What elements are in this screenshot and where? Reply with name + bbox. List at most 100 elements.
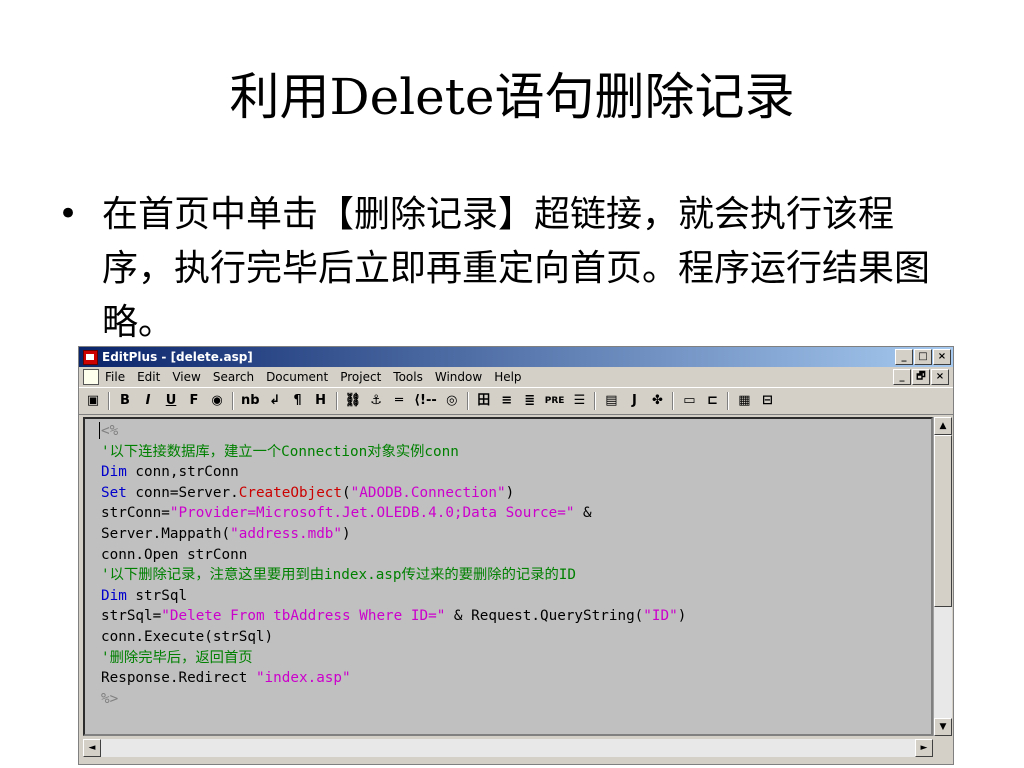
menu-search[interactable]: Search xyxy=(213,370,254,384)
frame-icon[interactable]: ⊏ xyxy=(704,392,720,410)
minimize-button[interactable]: _ xyxy=(895,349,913,365)
code-token: '以下删除记录，注意这里要用到由index.asp传过来的要删除的记录的ID xyxy=(101,567,577,584)
window-title: EditPlus - [delete.asp] xyxy=(102,350,253,364)
code-line[interactable]: Dim conn,strConn xyxy=(101,462,931,483)
code-token: "address.mdb" xyxy=(230,525,343,542)
code-token: <% xyxy=(101,423,119,439)
code-token: "Provider=Microsoft.Jet.OLEDB.4.0;Data S… xyxy=(169,505,575,522)
code-token: strSql xyxy=(126,587,188,604)
text-cursor xyxy=(99,422,100,439)
code-line[interactable]: Server.Mappath("address.mdb") xyxy=(101,524,931,545)
menu-document[interactable]: Document xyxy=(266,370,328,384)
scroll-up-button[interactable]: ▲ xyxy=(934,417,952,435)
menu-window[interactable]: Window xyxy=(435,370,482,384)
browser-preview-icon[interactable]: ▣ xyxy=(85,392,101,410)
horizontal-scrollbar[interactable]: ◄ ► xyxy=(83,739,933,757)
document-icon[interactable] xyxy=(83,369,99,385)
underline-button[interactable]: U xyxy=(163,392,179,410)
code-line[interactable]: conn.Open strConn xyxy=(101,545,931,566)
align-center-button[interactable]: ≡ xyxy=(499,392,515,410)
javascript-button[interactable]: J xyxy=(626,392,642,410)
code-token: '以下连接数据库，建立一个Connection对象实例conn xyxy=(101,443,459,460)
toolbar-separator xyxy=(232,392,234,410)
menu-project[interactable]: Project xyxy=(340,370,381,384)
code-editor[interactable]: <% '以下连接数据库，建立一个Connection对象实例conn Dim con… xyxy=(83,417,933,736)
layout-icon[interactable]: ⊟ xyxy=(759,392,775,410)
bold-button[interactable]: B xyxy=(117,392,133,410)
anchor-button[interactable]: ⚓ xyxy=(368,392,384,410)
code-line[interactable]: '以下连接数据库，建立一个Connection对象实例conn xyxy=(101,442,931,463)
code-token: conn,strConn xyxy=(126,464,239,481)
code-token: strConn= xyxy=(101,505,170,522)
pre-button[interactable]: PRE xyxy=(545,392,565,410)
code-token: Dim xyxy=(101,587,127,604)
code-line[interactable]: '以下删除记录，注意这里要用到由index.asp传过来的要删除的记录的ID xyxy=(101,565,931,586)
menu-help[interactable]: Help xyxy=(494,370,521,384)
html-toolbar: ▣ B I U F ◉ nb ↲ ¶ H ⛓ ⚓ ═ ⟨!-- ◎ 田 ≡ ≣ … xyxy=(79,387,953,415)
code-token: conn.Open strConn xyxy=(101,546,248,563)
horizontal-rule-button[interactable]: ═ xyxy=(391,392,407,410)
doc-restore-button[interactable]: 🗗 xyxy=(912,369,930,385)
table-button[interactable]: 田 xyxy=(476,392,492,410)
doc-minimize-button[interactable]: _ xyxy=(893,369,911,385)
code-token: strSql= xyxy=(101,608,162,625)
code-token: Dim xyxy=(101,464,127,481)
code-line[interactable]: Dim strSql xyxy=(101,586,931,607)
code-token: ) xyxy=(505,484,515,501)
menu-edit[interactable]: Edit xyxy=(137,370,160,384)
editplus-window: EditPlus - [delete.asp] _ □ × File Edit … xyxy=(78,346,954,765)
paragraph-button[interactable]: ¶ xyxy=(290,392,306,410)
menu-file[interactable]: File xyxy=(105,370,125,384)
code-line[interactable]: <% xyxy=(101,421,931,442)
scroll-right-button[interactable]: ► xyxy=(915,739,933,757)
editplus-app-icon xyxy=(83,349,98,365)
code-token: conn=Server. xyxy=(126,484,239,501)
nbsp-button[interactable]: nb xyxy=(241,392,260,410)
plugin-icon[interactable]: ✤ xyxy=(649,392,665,410)
scroll-left-button[interactable]: ◄ xyxy=(83,739,101,757)
code-area[interactable]: <% '以下连接数据库，建立一个Connection对象实例conn Dim con… xyxy=(85,419,931,709)
title-bar[interactable]: EditPlus - [delete.asp] _ □ × xyxy=(79,347,953,367)
list-button[interactable]: ☰ xyxy=(571,392,587,410)
code-line[interactable]: strSql="Delete From tbAddress Where ID="… xyxy=(101,606,931,627)
comment-button[interactable]: ⟨!-- xyxy=(414,392,437,410)
code-line[interactable]: strConn="Provider=Microsoft.Jet.OLEDB.4.… xyxy=(101,503,931,524)
code-line[interactable]: conn.Execute(strSql) xyxy=(101,627,931,648)
doc-close-button[interactable]: × xyxy=(931,369,949,385)
code-line[interactable]: %> xyxy=(101,689,931,710)
menu-tools[interactable]: Tools xyxy=(393,370,423,384)
scroll-thumb[interactable] xyxy=(934,435,952,607)
code-token: Response.Redirect xyxy=(101,670,256,687)
scroll-down-button[interactable]: ▼ xyxy=(934,718,952,736)
vertical-scrollbar[interactable]: ▲ ▼ xyxy=(933,417,952,736)
link-icon[interactable]: ⛓ xyxy=(345,392,362,410)
code-token: conn.Execute(strSql) xyxy=(101,628,274,645)
maximize-button[interactable]: □ xyxy=(914,349,932,365)
color-grid-icon[interactable]: ▦ xyxy=(736,392,752,410)
code-token: "Delete From tbAddress Where ID=" xyxy=(161,608,446,625)
image-icon[interactable]: ◎ xyxy=(444,392,460,410)
line-break-button[interactable]: ↲ xyxy=(267,392,283,410)
menu-bar: File Edit View Search Document Project T… xyxy=(79,367,953,387)
italic-button[interactable]: I xyxy=(140,392,156,410)
code-line[interactable]: '删除完毕后，返回首页 xyxy=(101,648,931,669)
code-line[interactable]: Set conn=Server.CreateObject("ADODB.Conn… xyxy=(101,483,931,504)
menu-view[interactable]: View xyxy=(172,370,200,384)
code-token: & xyxy=(574,505,592,522)
screen-icon[interactable]: ▭ xyxy=(681,392,697,410)
code-token: %> xyxy=(101,690,119,707)
bullet-dot: • xyxy=(58,194,79,234)
font-button[interactable]: F xyxy=(186,392,202,410)
close-button[interactable]: × xyxy=(933,349,951,365)
code-token: Set xyxy=(101,484,127,501)
code-token: CreateObject xyxy=(238,484,343,501)
align-right-button[interactable]: ≣ xyxy=(522,392,538,410)
bullet-paragraph: • 在首页中单击【删除记录】超链接，就会执行该程序，执行完毕后立即再重定向首页。… xyxy=(58,188,938,350)
form-icon[interactable]: ▤ xyxy=(603,392,619,410)
code-line[interactable]: Response.Redirect "index.asp" xyxy=(101,668,931,689)
code-token: "ADODB.Connection" xyxy=(350,484,506,501)
color-palette-icon[interactable]: ◉ xyxy=(209,392,225,410)
code-token: ) xyxy=(342,525,351,542)
heading-button[interactable]: H xyxy=(313,392,329,410)
toolbar-separator xyxy=(335,392,338,410)
